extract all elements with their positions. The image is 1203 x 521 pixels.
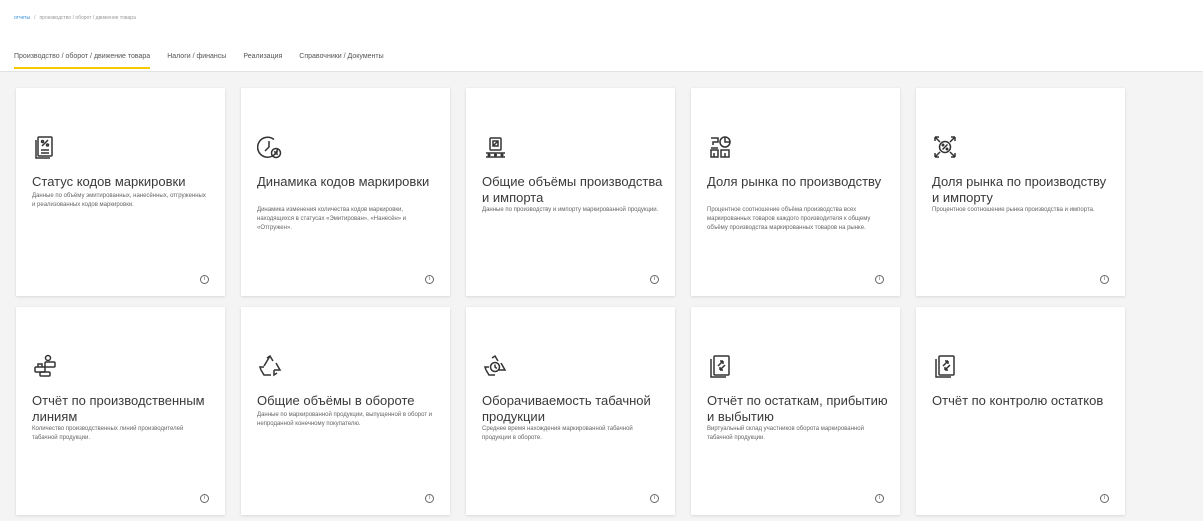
card-title: Общие объёмы в обороте (257, 393, 415, 408)
clock-cancel-icon (257, 134, 283, 160)
card-description: Среднее время нахождения маркированной т… (482, 426, 633, 441)
card-title: Оборачиваемость табачной продукции (482, 393, 651, 424)
card-title: Отчёт по контролю остатков (932, 393, 1104, 408)
report-card-production-lines[interactable]: Отчёт по производственным линиям Количес… (16, 307, 225, 515)
card-title: Доля рынка по производству (707, 174, 882, 189)
document-exchange-icon (707, 353, 733, 379)
card-title: Отчёт по производственным линиям (32, 393, 205, 424)
card-description: Данные по производству и импорту маркиро… (482, 207, 659, 213)
info-icon[interactable]: i (875, 275, 884, 284)
info-icon[interactable]: i (425, 275, 434, 284)
percent-arrows-icon (932, 134, 958, 160)
info-icon[interactable]: i (1100, 494, 1109, 503)
breadcrumb-separator: / (34, 15, 36, 21)
card-description: Количество производственных линий произв… (32, 426, 184, 441)
info-icon[interactable]: i (200, 275, 209, 284)
document-percent-icon (32, 134, 58, 160)
tab-sales[interactable]: Реализация (243, 50, 291, 70)
info-icon[interactable]: i (1100, 275, 1109, 284)
report-card-market-share-production-import[interactable]: Доля рынка по производству и импорту Про… (916, 88, 1125, 296)
market-share-icon (707, 134, 733, 160)
report-card-stock-arrival-departure[interactable]: Отчёт по остаткам, прибытию и выбытию Ви… (691, 307, 900, 515)
card-description: Данные по маркированной продукции, выпущ… (257, 412, 433, 427)
tab-production-turnover[interactable]: Производство / оборот / движение товара (14, 50, 159, 70)
tab-taxes-finance[interactable]: Налоги / финансы (167, 50, 235, 70)
report-card-marking-code-dynamics[interactable]: Динамика кодов маркировки Динамика измен… (241, 88, 450, 296)
info-icon[interactable]: i (875, 494, 884, 503)
breadcrumb-current: производство / оборот / движение товара (39, 15, 136, 21)
report-card-marking-code-status[interactable]: Статус кодов маркировки Данные по объёму… (16, 88, 225, 296)
production-lines-icon (32, 353, 58, 379)
info-icon[interactable]: i (200, 494, 209, 503)
card-title: Динамика кодов маркировки (257, 174, 430, 189)
card-description: Виртуальный склад участников оборота мар… (707, 426, 864, 441)
info-icon[interactable]: i (650, 494, 659, 503)
card-title: Отчёт по остаткам, прибытию и выбытию (707, 393, 888, 424)
report-card-turnover-volumes[interactable]: Общие объёмы в обороте Данные по маркиро… (241, 307, 450, 515)
breadcrumb-root-link[interactable]: отчеты (14, 15, 30, 21)
card-description: Процентное соотношение рынка производств… (932, 207, 1095, 213)
info-icon[interactable]: i (650, 275, 659, 284)
recycle-icon (257, 353, 283, 379)
report-card-market-share-production[interactable]: Доля рынка по производству Процентное со… (691, 88, 900, 296)
report-card-tobacco-turnover[interactable]: Оборачиваемость табачной продукции Средн… (466, 307, 675, 515)
document-exchange-icon (932, 353, 958, 379)
tab-directories-documents[interactable]: Справочники / Документы (299, 50, 392, 70)
card-title: Статус кодов маркировки (32, 174, 186, 189)
recycle-clock-icon (482, 353, 508, 379)
report-card-production-import-volumes[interactable]: Общие объёмы производства и импорта Данн… (466, 88, 675, 296)
breadcrumb: отчеты / производство / оборот / движение … (14, 15, 136, 21)
tab-bar: Производство / оборот / движение товара … (14, 50, 401, 70)
info-icon[interactable]: i (425, 494, 434, 503)
card-title: Общие объёмы производства и импорта (482, 174, 663, 205)
card-description: Данные по объёму эмитированных, нанесённ… (32, 193, 206, 208)
conveyor-icon (482, 134, 508, 160)
card-description: Процентное соотношение объёма производст… (707, 207, 871, 231)
card-description: Динамика изменения количества кодов марк… (257, 207, 407, 231)
card-title: Доля рынка по производству и импорту (932, 174, 1107, 205)
top-bar: отчеты / производство / оборот / движение … (0, 0, 1203, 72)
report-card-stock-control[interactable]: Отчёт по контролю остатков i (916, 307, 1125, 515)
